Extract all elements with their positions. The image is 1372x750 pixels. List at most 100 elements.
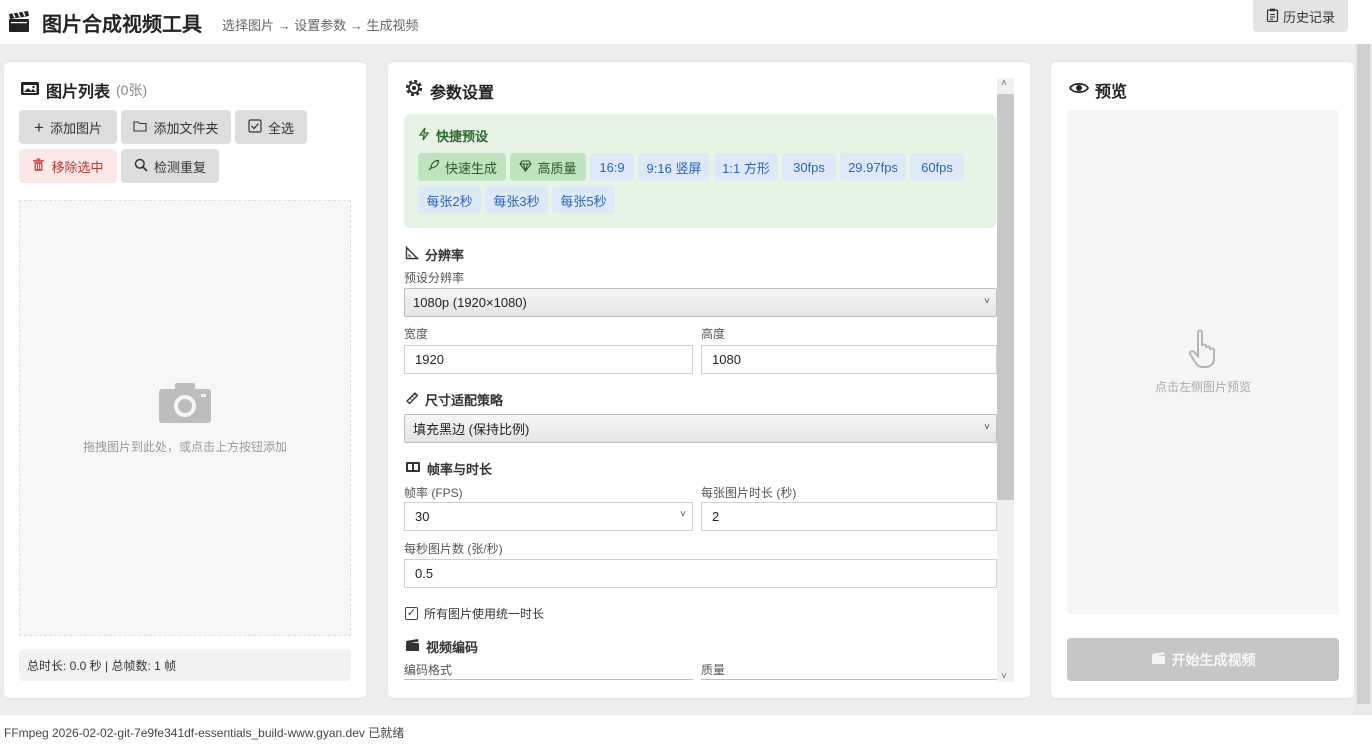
drop-hint-text: 拖拽图片到此处，或点击上方按钮添加 xyxy=(82,440,287,454)
preset-fast-label: 快速生成 xyxy=(444,160,497,176)
codec-select-edge[interactable] xyxy=(404,679,693,683)
detect-duplicates-button[interactable]: 检测重复 xyxy=(121,149,219,183)
window-scroll-thumb[interactable] xyxy=(1357,44,1370,704)
preset-fast-button[interactable]: 快速生成 xyxy=(418,153,506,181)
image-count: (0张) xyxy=(116,82,148,98)
image-list-title: 图片列表 (0张) xyxy=(20,78,147,102)
detect-duplicates-label: 检测重复 xyxy=(153,159,206,175)
duration-input[interactable]: 2 xyxy=(701,502,997,531)
width-input[interactable]: 1920 xyxy=(404,345,693,374)
uniform-duration-label: 所有图片使用统一时长 xyxy=(424,607,545,621)
width-label: 宽度 xyxy=(404,327,429,341)
preset-1-1-square[interactable]: 1:1 方形 xyxy=(714,153,778,181)
fps-select[interactable]: 30 ˅ xyxy=(404,502,693,531)
fit-section-title: 尺寸适配策略 xyxy=(405,390,503,409)
settings-title: 参数设置 xyxy=(404,78,494,103)
preset-29-97fps[interactable]: 29.97fps xyxy=(840,153,906,181)
resolution-preset-select[interactable]: 1080p (1920×1080) ˅ xyxy=(404,288,997,317)
history-button[interactable]: 历史记录 xyxy=(1253,0,1348,32)
select-all-label: 全选 xyxy=(267,120,294,136)
workflow-breadcrumb: 选择图片 → 设置参数 → 生成视频 xyxy=(222,17,419,33)
scroll-down-icon[interactable]: ˅ xyxy=(1001,671,1007,682)
ruler-icon xyxy=(405,391,419,408)
film-frames-icon xyxy=(405,461,421,476)
chevron-down-icon: ˅ xyxy=(680,509,686,520)
preset-3s-per-image[interactable]: 每张3秒 xyxy=(485,186,548,214)
folder-icon xyxy=(133,120,148,135)
settings-title-text: 参数设置 xyxy=(430,84,495,102)
settings-scrollbar[interactable]: ˄ ˅ xyxy=(997,78,1014,682)
height-label: 高度 xyxy=(701,327,726,341)
app-title: 图片合成视频工具 xyxy=(42,13,202,36)
preset-30fps[interactable]: 30fps xyxy=(782,153,836,181)
remove-selected-button[interactable]: 移除选中 xyxy=(19,149,117,183)
quick-presets-title-text: 快捷预设 xyxy=(436,129,489,144)
generate-video-button[interactable]: 开始生成视频 xyxy=(1067,638,1339,681)
add-images-button[interactable]: + 添加图片 xyxy=(19,110,117,144)
app-header: 图片合成视频工具 选择图片 → 设置参数 → 生成视频 历史记录 xyxy=(0,0,1372,44)
images-per-second-label: 每秒图片数 (张/秒) xyxy=(404,542,503,556)
window-scrollbar[interactable] xyxy=(1355,44,1372,714)
preset-16-9[interactable]: 16:9 xyxy=(590,153,634,181)
fit-strategy-value: 填充黑边 (保持比例) xyxy=(413,422,530,437)
resolution-title-text: 分辨率 xyxy=(425,248,465,263)
encoding-title-text: 视频编码 xyxy=(426,640,479,655)
plus-icon: + xyxy=(34,117,44,137)
diamond-icon xyxy=(519,159,533,175)
codec-label: 编码格式 xyxy=(404,663,453,677)
preset-60fps[interactable]: 60fps xyxy=(910,153,964,181)
trash-icon xyxy=(32,158,45,175)
uniform-duration-checkbox[interactable]: ✓ xyxy=(405,607,418,620)
fit-title-text: 尺寸适配策略 xyxy=(425,393,504,408)
checkbox-icon xyxy=(248,118,262,136)
framerate-section-title: 帧率与时长 xyxy=(405,459,492,478)
rocket-icon xyxy=(427,159,440,175)
image-list-title-text: 图片列表 xyxy=(46,84,111,101)
gear-icon xyxy=(404,78,424,103)
clapperboard-icon xyxy=(6,9,32,35)
preset-9-16-portrait[interactable]: 9:16 竖屏 xyxy=(638,153,710,181)
add-folder-button[interactable]: 添加文件夹 xyxy=(121,110,231,144)
lightning-icon xyxy=(418,127,430,144)
preset-2s-per-image[interactable]: 每张2秒 xyxy=(418,186,481,214)
preview-area: 点击左侧图片预览 xyxy=(1067,110,1339,614)
resolution-preset-value: 1080p (1920×1080) xyxy=(413,295,527,310)
fit-strategy-select[interactable]: 填充黑边 (保持比例) ˅ xyxy=(404,414,997,443)
preset-high-quality-button[interactable]: 高质量 xyxy=(510,153,586,181)
height-input[interactable]: 1080 xyxy=(701,345,997,374)
select-all-button[interactable]: 全选 xyxy=(235,110,307,144)
preview-panel: 预览 点击左侧图片预览 开始生成视频 xyxy=(1051,62,1354,698)
magnifier-icon xyxy=(134,158,148,175)
add-images-label: 添加图片 xyxy=(49,120,102,136)
clapperboard-button-icon xyxy=(1151,651,1166,668)
add-folder-label: 添加文件夹 xyxy=(153,120,219,136)
preset-5s-per-image[interactable]: 每张5秒 xyxy=(552,186,615,214)
scroll-up-icon[interactable]: ˄ xyxy=(1001,78,1007,89)
encoding-section-title: 视频编码 xyxy=(405,637,478,656)
images-per-second-input[interactable]: 0.5 xyxy=(404,559,997,588)
resolution-preset-label: 预设分辨率 xyxy=(404,271,465,285)
clapperboard-small-icon xyxy=(405,638,420,655)
chevron-down-icon: ˅ xyxy=(984,422,990,433)
image-list-icon xyxy=(20,80,40,101)
fps-value: 30 xyxy=(415,509,430,524)
clipboard-icon xyxy=(1266,8,1279,25)
image-drop-zone[interactable]: 拖拽图片到此处，或点击上方按钮添加 xyxy=(19,200,351,636)
framerate-title-text: 帧率与时长 xyxy=(427,462,493,477)
eye-icon xyxy=(1068,81,1090,100)
quality-select-edge[interactable] xyxy=(701,679,997,683)
preview-title-text: 预览 xyxy=(1095,84,1128,101)
quick-presets-title: 快捷预设 xyxy=(418,126,488,145)
quality-label: 质量 xyxy=(701,663,726,677)
settings-scroll-thumb[interactable] xyxy=(997,94,1014,500)
chevron-down-icon: ˅ xyxy=(984,296,990,307)
settings-panel: 参数设置 快捷预设 快速生成 高质量 16:9 9:16 竖屏 1:1 方形 3… xyxy=(388,62,1030,698)
remove-selected-label: 移除选中 xyxy=(51,159,104,175)
uniform-duration-checkbox-row[interactable]: ✓ 所有图片使用统一时长 xyxy=(405,605,544,622)
preview-title: 预览 xyxy=(1068,78,1128,102)
image-summary-bar: 总时长: 0.0 秒 | 总帧数: 1 帧 xyxy=(19,649,351,681)
ruler-triangle-icon xyxy=(405,245,420,263)
status-footer: FFmpeg 2026-02-02-git-7e9fe341df-essenti… xyxy=(0,714,1372,750)
pointing-hand-icon xyxy=(1187,329,1219,372)
preset-high-quality-label: 高质量 xyxy=(537,160,577,176)
